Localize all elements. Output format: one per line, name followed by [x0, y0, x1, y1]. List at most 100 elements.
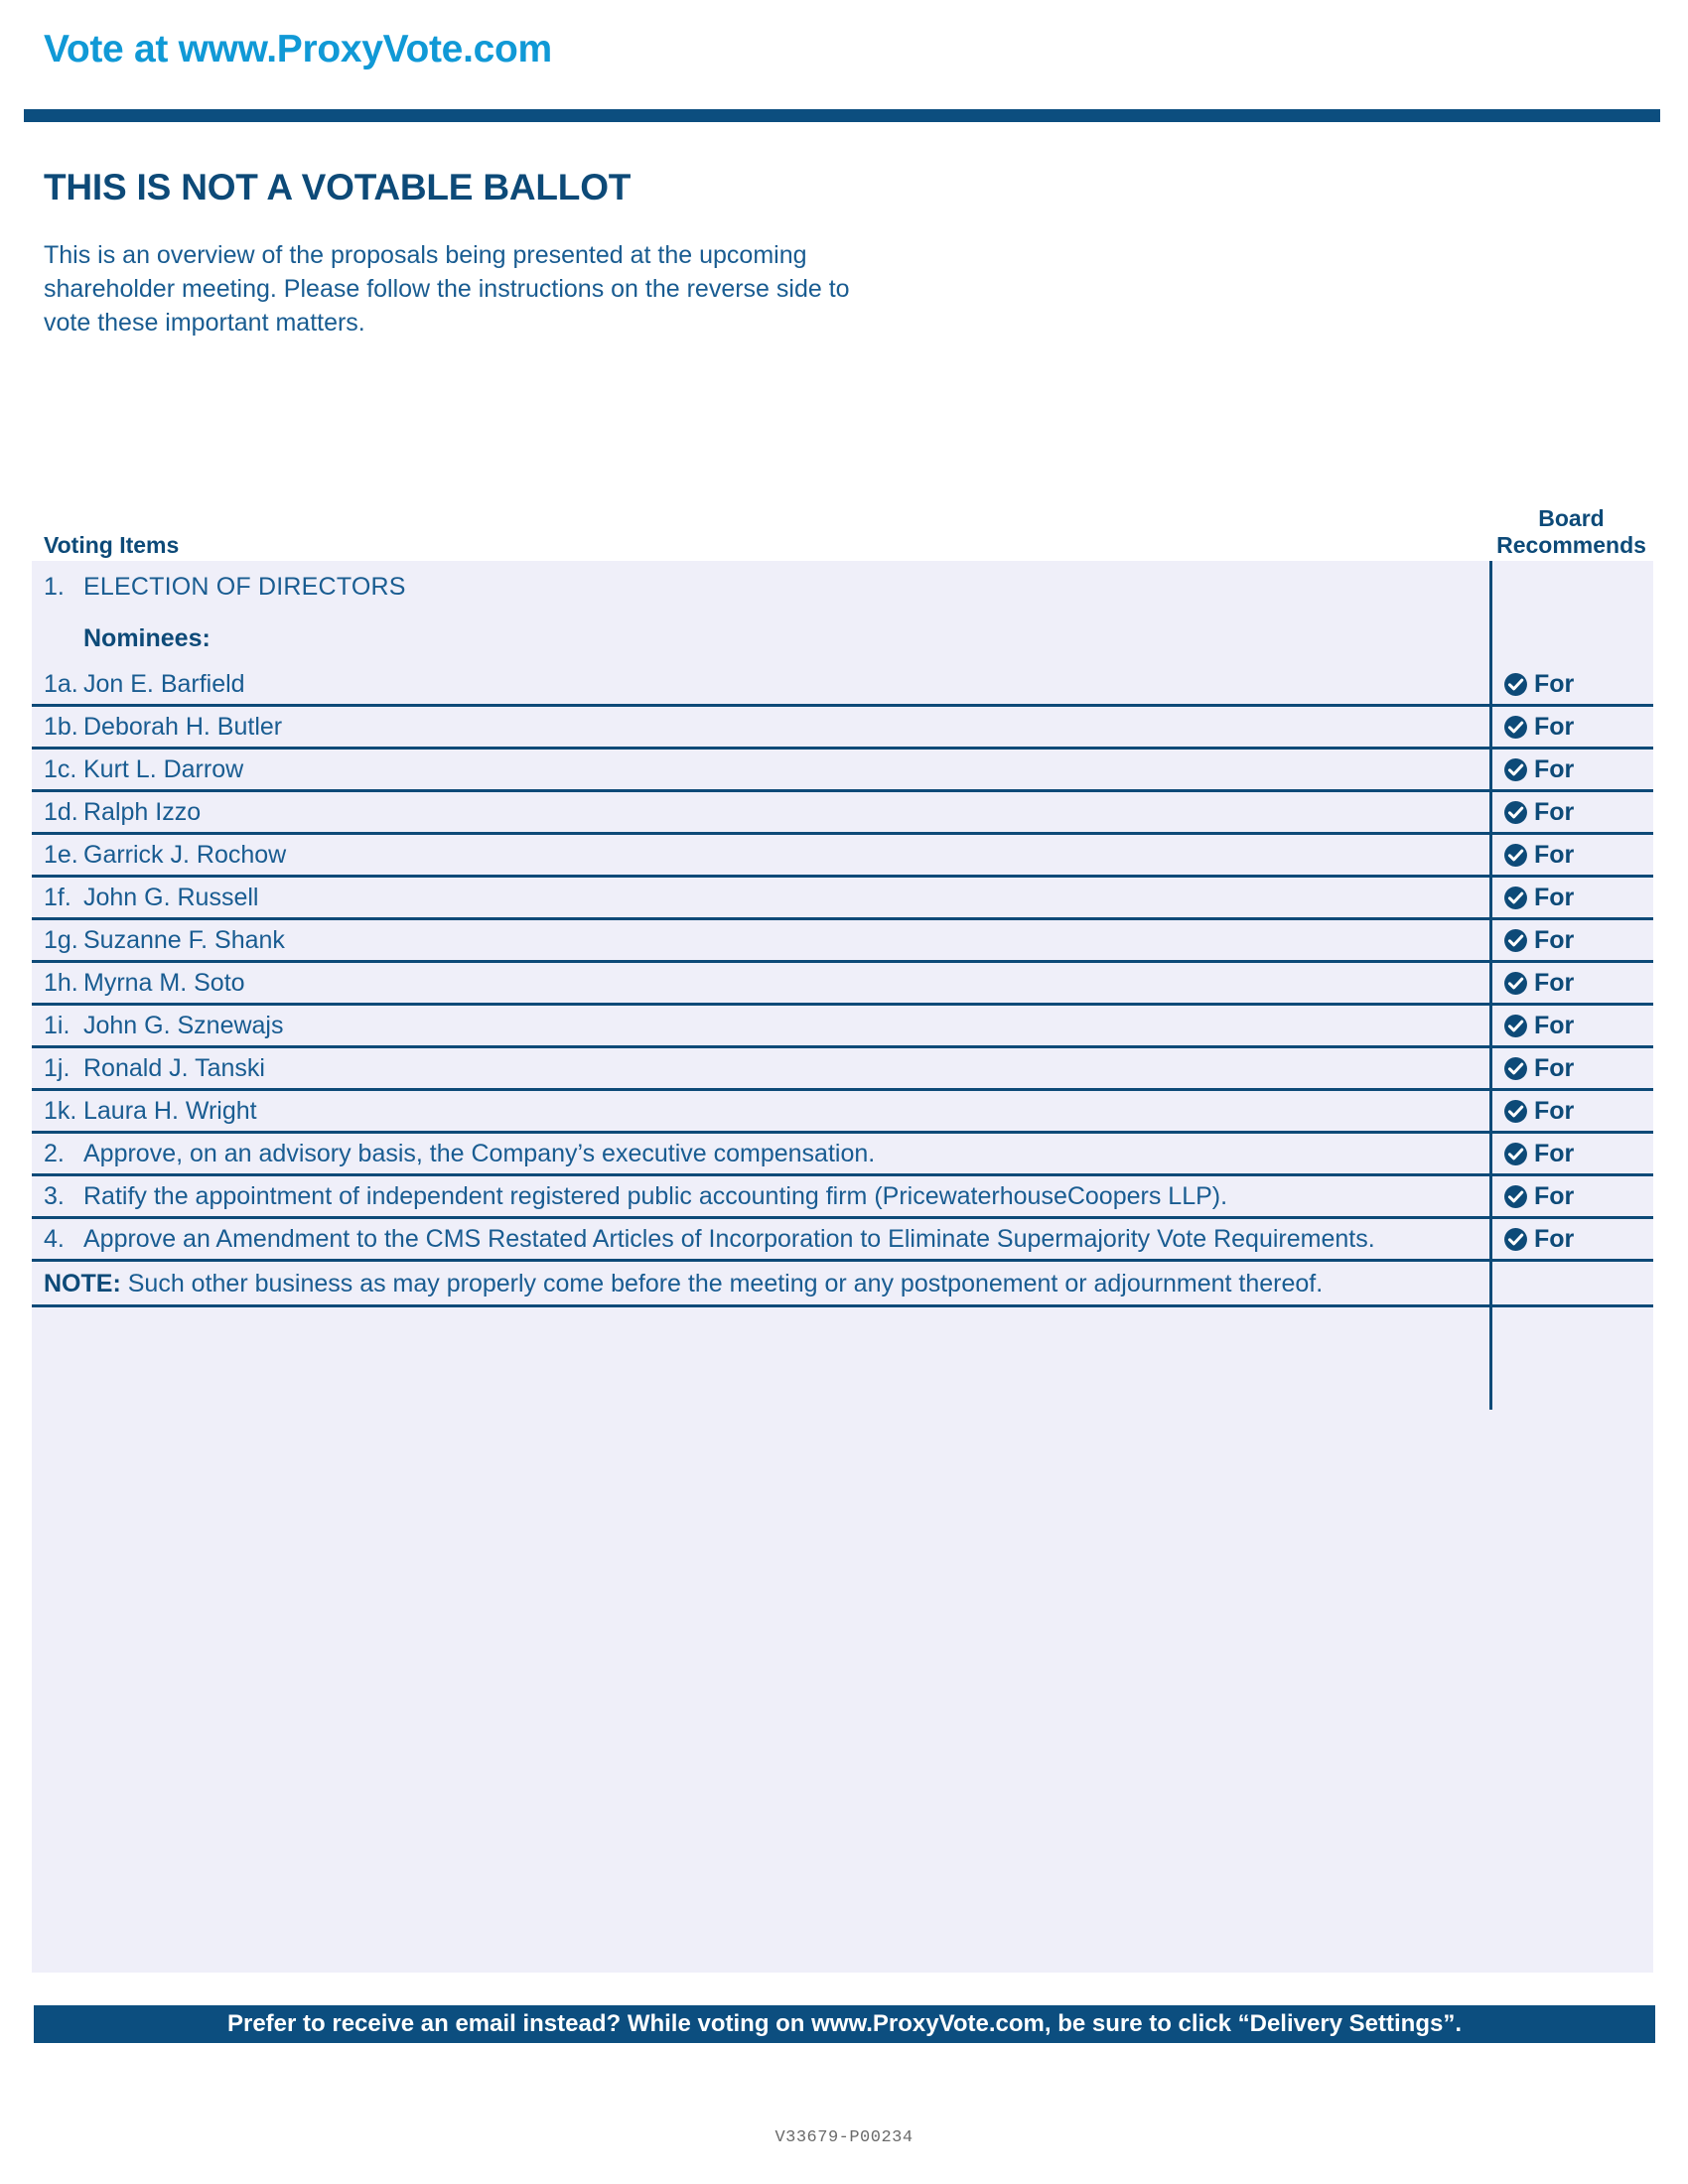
row-label: Nominees: [83, 623, 211, 652]
document-control-code: V33679-P00234 [774, 2128, 914, 2147]
check-circle-icon [1504, 928, 1527, 952]
board-recommendation-cell: For [1489, 1012, 1653, 1040]
row-number: 1. [44, 572, 65, 601]
recommendation-label: For [1534, 1011, 1575, 1039]
recommendation-label: For [1534, 1096, 1575, 1125]
check-circle-icon [1504, 715, 1527, 739]
check-circle-icon [1504, 1142, 1527, 1165]
table-row: 1g. Suzanne F. Shank For [32, 920, 1653, 963]
check-circle-icon [1504, 1184, 1527, 1208]
row-label: Suzanne F. Shank [83, 925, 285, 954]
row-number: 1j. [44, 1053, 70, 1082]
row-label: Myrna M. Soto [83, 968, 245, 997]
row-label: Garrick J. Rochow [83, 840, 287, 869]
row-label: Kurt L. Darrow [83, 754, 244, 783]
board-recommendation-cell: For [1489, 1140, 1653, 1168]
note-row: NOTE: Such other business as may properl… [32, 1262, 1653, 1307]
recommendation-label: For [1534, 968, 1575, 997]
recommendation-label: For [1534, 925, 1575, 954]
board-recommendation-cell: For [1489, 755, 1653, 784]
check-circle-icon [1504, 800, 1527, 824]
table-row: 2. Approve, on an advisory basis, the Com… [32, 1134, 1653, 1176]
board-recommendation-cell: For [1489, 841, 1653, 870]
board-recommendation-cell: For [1489, 1225, 1653, 1254]
footer-banner: Prefer to receive an email instead? Whil… [34, 2005, 1655, 2043]
table-row: Nominees: [32, 613, 1653, 664]
row-number: 1a. [44, 669, 78, 698]
table-row: 4. Approve an Amendment to the CMS Restat… [32, 1219, 1653, 1262]
column-header-voting-items: Voting Items [44, 532, 180, 558]
table-row: 1a. Jon E. Barfield For [32, 664, 1653, 707]
row-number: 4. [44, 1224, 65, 1253]
row-number: 1e. [44, 840, 78, 869]
board-recommendation-cell: For [1489, 713, 1653, 742]
proxyvote-site-link[interactable]: Vote at www.ProxyVote.com [44, 28, 552, 71]
column-header-board-recommends: Board Recommends [1489, 505, 1653, 559]
table-row: 3. Ratify the appointment of independent … [32, 1176, 1653, 1219]
footer-message: Prefer to receive an email instead? Whil… [226, 2010, 1463, 2037]
board-recommendation-cell: For [1489, 969, 1653, 998]
table-row: 1i. John G. Sznewajs For [32, 1006, 1653, 1048]
row-number: 1d. [44, 797, 78, 826]
board-recommends-line1: Board [1538, 505, 1605, 531]
check-circle-icon [1504, 1056, 1527, 1080]
recommendation-label: For [1534, 1224, 1575, 1253]
recommendation-label: For [1534, 1139, 1575, 1167]
row-number: 1b. [44, 712, 78, 741]
check-circle-icon [1504, 1099, 1527, 1123]
note-label: NOTE: [44, 1270, 121, 1297]
row-number: 1g. [44, 925, 78, 954]
table-header: Voting Items Board Recommends [32, 501, 1653, 561]
row-label: Deborah H. Butler [83, 712, 283, 741]
row-number: 1k. [44, 1096, 77, 1125]
recommendation-label: For [1534, 797, 1575, 826]
intro-paragraph: This is an overview of the proposals bei… [44, 241, 850, 337]
table-row: 1b. Deborah H. Butler For [32, 707, 1653, 750]
table-row: 1c. Kurt L. Darrow For [32, 750, 1653, 792]
recommendation-label: For [1534, 1053, 1575, 1082]
row-label: John G. Russell [83, 883, 259, 911]
table-row: 1d. Ralph Izzo For [32, 792, 1653, 835]
header-divider-bar [24, 109, 1660, 122]
board-recommendation-cell: For [1489, 798, 1653, 827]
row-label: John G. Sznewajs [83, 1011, 284, 1039]
row-label: ELECTION OF DIRECTORS [83, 572, 406, 601]
row-number: 2. [44, 1139, 65, 1167]
recommendation-label: For [1534, 840, 1575, 869]
check-circle-icon [1504, 843, 1527, 867]
table-row: 1. ELECTION OF DIRECTORS [32, 561, 1653, 613]
row-number: 3. [44, 1181, 65, 1210]
check-circle-icon [1504, 757, 1527, 781]
row-label: Jon E. Barfield [83, 669, 245, 698]
table-row: 1j. Ronald J. Tanski For [32, 1048, 1653, 1091]
check-circle-icon [1504, 1014, 1527, 1037]
table-body: 1. ELECTION OF DIRECTORS Nominees: 1a. Jon E… [32, 561, 1653, 1973]
board-recommendation-cell: For [1489, 1182, 1653, 1211]
check-circle-icon [1504, 1227, 1527, 1251]
page-title: THIS IS NOT A VOTABLE BALLOT [44, 167, 632, 207]
check-circle-icon [1504, 886, 1527, 909]
row-number: 1c. [44, 754, 77, 783]
row-number: 1i. [44, 1011, 70, 1039]
recommendation-label: For [1534, 1181, 1575, 1210]
row-label: Ratify the appointment of independent re… [83, 1181, 1228, 1210]
check-circle-icon [1504, 971, 1527, 995]
table-row: 1f. John G. Russell For [32, 878, 1653, 920]
board-recommendation-cell: For [1489, 670, 1653, 699]
check-circle-icon [1504, 672, 1527, 696]
table-row: 1h. Myrna M. Soto For [32, 963, 1653, 1006]
recommendation-label: For [1534, 883, 1575, 911]
voting-items-table: Voting Items Board Recommends 1. ELECTION… [32, 501, 1653, 1973]
row-label: Ralph Izzo [83, 797, 202, 826]
row-label: Laura H. Wright [83, 1096, 257, 1125]
board-recommendation-cell: For [1489, 884, 1653, 912]
row-label: Ronald J. Tanski [83, 1053, 265, 1082]
row-label: Approve, on an advisory basis, the Compa… [83, 1139, 876, 1167]
table-row: 1k. Laura H. Wright For [32, 1091, 1653, 1134]
recommendation-label: For [1534, 712, 1575, 741]
row-label: Approve an Amendment to the CMS Restated… [83, 1224, 1375, 1253]
note-text: Such other business as may properly come… [127, 1270, 1324, 1297]
recommendation-label: For [1534, 754, 1575, 783]
board-recommends-line2: Recommends [1496, 532, 1646, 558]
row-number: 1h. [44, 968, 78, 997]
